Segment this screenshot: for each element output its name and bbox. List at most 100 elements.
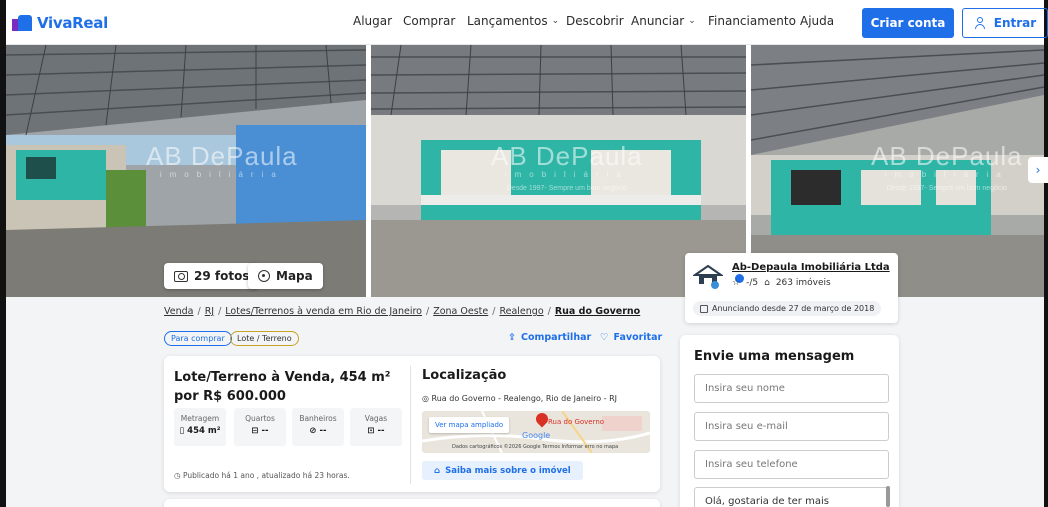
location-map[interactable]: Ver mapa ampliado Rua do Governo Google … <box>422 411 650 453</box>
nav-ajuda[interactable]: Ajuda <box>800 14 834 28</box>
photos-button-label: 29 fotos <box>194 269 250 283</box>
watermark-text: AB DePaula <box>871 141 1023 171</box>
watermark-text: AB DePaula <box>491 141 643 171</box>
favorite-button[interactable]: ♡ Favoritar <box>600 332 662 343</box>
learn-more-button[interactable]: ⌂ Saiba mais sobre o imóvel <box>422 461 583 480</box>
watermark-subtext: imobiliária <box>159 170 284 179</box>
feature-value: -- <box>261 426 269 436</box>
window-border-right <box>1044 0 1048 507</box>
watermark-text: AB DePaula <box>146 141 298 171</box>
next-section-card <box>164 499 660 507</box>
breadcrumb-link[interactable]: RJ <box>205 306 214 317</box>
breadcrumb-separator: / <box>218 306 222 317</box>
home-icon: ⌂ <box>764 278 770 288</box>
share-button[interactable]: ⇪ Compartilhar <box>508 332 591 343</box>
nav-label: Ajuda <box>800 14 835 28</box>
advertiser-card: Ab-Depaula Imobiliária Ltda ☆ -/5 ⌂ 263 … <box>685 253 898 323</box>
published-text: Publicado há 1 ano , atualizado há 23 ho… <box>182 471 350 480</box>
expand-map-button[interactable]: Ver mapa ampliado <box>429 417 510 433</box>
textarea-scrollbar[interactable] <box>886 486 890 507</box>
email-input[interactable]: Insira seu e-mail <box>694 412 889 441</box>
breadcrumb-link[interactable]: Venda <box>164 306 193 317</box>
location-pin-icon: ◎ <box>422 394 432 403</box>
gallery-watermark: AB DePaula imobiliária Desde 1997- Sempr… <box>491 141 643 192</box>
nav-label: Comprar <box>403 14 456 28</box>
create-account-button[interactable]: Criar conta <box>862 8 954 38</box>
breadcrumb-link[interactable]: Lotes/Terrenos à venda em Rio de Janeiro <box>225 306 422 317</box>
chevron-down-icon: ⌄ <box>688 16 696 26</box>
logo-text: VivaReal <box>37 14 108 32</box>
breadcrumb-separator: / <box>547 306 551 317</box>
shower-icon: ⊘ <box>309 426 320 436</box>
nav-label: Descobrir <box>566 14 624 28</box>
site-header: VivaReal Alugar Comprar Lançamentos ⌄ Des… <box>6 0 1048 45</box>
watermark-slogan: Desde 1997- Sempre um bom negócio <box>886 185 1007 192</box>
breadcrumb-separator: / <box>197 306 201 317</box>
nav-label: Financiamento <box>708 14 796 28</box>
watermark-subtext: imobiliária <box>884 170 1009 179</box>
map-pin-label: Rua do Governo <box>548 418 605 426</box>
clock-icon: ◷ <box>174 471 183 480</box>
map-pin-icon <box>258 270 270 282</box>
nav-anunciar[interactable]: Anunciar ⌄ <box>631 14 696 28</box>
login-button[interactable]: Entrar <box>962 8 1048 38</box>
tag-para-comprar: Para comprar <box>164 331 232 346</box>
advertiser-rating: -/5 <box>746 278 759 288</box>
car-icon: ⊡ <box>367 426 378 436</box>
breadcrumb: Venda / RJ / Lotes/Terrenos à venda em Rio d… <box>164 306 640 317</box>
favorite-label: Favoritar <box>613 332 663 343</box>
contact-form-title: Envie uma mensagem <box>694 349 855 364</box>
google-logo: Google <box>522 431 551 440</box>
section-divider <box>410 366 411 484</box>
camera-icon <box>174 270 188 282</box>
breadcrumb-current[interactable]: Rua do Governo <box>555 306 640 317</box>
advertiser-since-text: Anunciando desde 27 de março de 2018 <box>712 304 875 313</box>
photos-button[interactable]: 29 fotos <box>164 263 260 289</box>
listing-card: Lote/Terreno à Venda, 454 m² por R$ 600.… <box>164 356 660 492</box>
feature-value: -- <box>377 426 385 436</box>
map-button[interactable]: Mapa <box>248 263 323 289</box>
phone-input[interactable]: Insira seu telefone <box>694 450 889 479</box>
share-icon: ⇪ <box>508 332 516 343</box>
feature-bathrooms: Banheiros ⊘ -- <box>292 408 344 446</box>
nav-financiamento[interactable]: Financiamento <box>708 14 796 28</box>
gallery-photo-1[interactable]: AB DePaula imobiliária <box>6 45 366 297</box>
breadcrumb-link[interactable]: Realengo <box>499 306 543 317</box>
user-icon <box>974 17 986 29</box>
map-button-label: Mapa <box>276 269 313 283</box>
name-input[interactable]: Insira seu nome <box>694 374 889 403</box>
feature-parking: Vagas ⊡ -- <box>350 408 402 446</box>
breadcrumb-link[interactable]: Zona Oeste <box>433 306 488 317</box>
message-textarea[interactable]: Olá, gostaria de ter mais <box>694 487 889 507</box>
advertiser-name-text: Ab-Depaula Imobiliária Ltda <box>732 262 890 273</box>
chevron-right-icon: › <box>1035 163 1041 177</box>
breadcrumb-separator: / <box>492 306 496 317</box>
star-icon: ☆ <box>732 278 741 288</box>
gallery-watermark: AB DePaula imobiliária <box>146 141 298 179</box>
tag-property-type: Lote / Terreno <box>230 331 299 346</box>
nav-comprar[interactable]: Comprar <box>403 14 455 28</box>
gallery-next-button[interactable]: › <box>1028 157 1048 183</box>
gallery-watermark: AB DePaula imobiliária Desde 1997- Sempr… <box>871 141 1023 192</box>
published-info: ◷ Publicado há 1 ano , atualizado há 23 … <box>174 471 350 480</box>
nav-label: Lançamentos <box>467 14 548 28</box>
listing-title: Lote/Terreno à Venda, 454 m² por R$ 600.… <box>174 370 391 404</box>
breadcrumb-separator: / <box>426 306 430 317</box>
watermark-slogan: Desde 1997- Sempre um bom negócio <box>506 185 627 192</box>
watermark-subtext: imobiliária <box>504 170 629 179</box>
nav-alugar[interactable]: Alugar <box>353 14 392 28</box>
advertiser-since-badge: Anunciando desde 27 de março de 2018 <box>693 301 882 316</box>
location-address: ◎ Rua do Governo - Realengo, Rio de Jane… <box>422 394 617 403</box>
advertiser-listings[interactable]: 263 imóveis <box>776 278 831 288</box>
login-label: Entrar <box>993 16 1037 30</box>
nav-lancamentos[interactable]: Lançamentos ⌄ <box>467 14 559 28</box>
nav-label: Alugar <box>353 14 393 28</box>
nav-descobrir[interactable]: Descobrir <box>566 14 624 28</box>
feature-label: Quartos <box>245 414 275 423</box>
home-icon: ⌂ <box>434 465 441 476</box>
advertiser-logo[interactable] <box>693 263 723 289</box>
location-title: Localização <box>422 368 507 383</box>
address-text: Rua do Governo - Realengo, Rio de Janeir… <box>431 394 618 403</box>
vivareal-logo[interactable]: VivaReal <box>12 14 108 32</box>
bed-icon: ⊟ <box>251 426 262 436</box>
